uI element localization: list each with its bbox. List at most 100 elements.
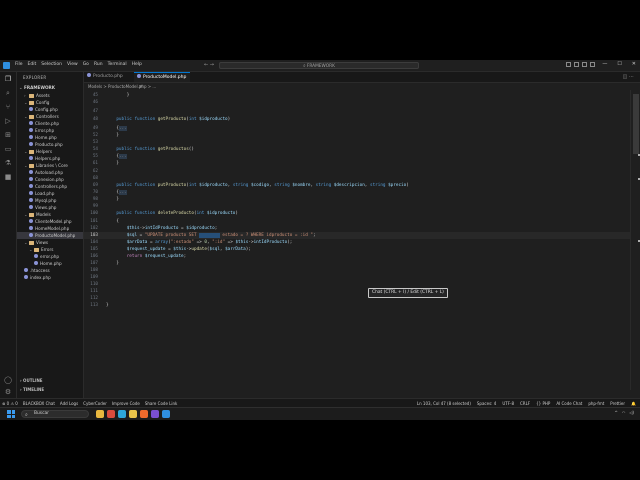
file-item[interactable]: Controllers.php bbox=[29, 183, 67, 190]
code-line[interactable]: 52 } bbox=[84, 132, 630, 139]
file-item[interactable]: Load.php bbox=[29, 190, 54, 197]
folder-item[interactable]: ⌄ Libraries \ Core bbox=[24, 162, 68, 169]
outline-section[interactable]: › OUTLINE bbox=[20, 378, 43, 383]
code-line[interactable]: 113} bbox=[84, 302, 630, 309]
editor-scrollbar[interactable] bbox=[630, 90, 640, 390]
code-line[interactable]: 110 bbox=[84, 281, 630, 288]
file-item[interactable]: index.php bbox=[24, 274, 51, 281]
taskbar-search[interactable]: ⌕ Buscar bbox=[21, 410, 89, 418]
file-item[interactable]: Conexion.php bbox=[29, 176, 64, 183]
file-item[interactable]: HomeModel.php bbox=[29, 225, 69, 232]
workspace-root[interactable]: ⌄FRAMEWORK bbox=[19, 85, 55, 90]
file-item[interactable]: Producto.php bbox=[29, 141, 63, 148]
file-item[interactable]: Cliente.php bbox=[29, 120, 59, 127]
command-center[interactable]: ⌕ FRAMEWORK bbox=[219, 62, 419, 69]
settings-gear-icon[interactable]: ⚙ bbox=[4, 388, 12, 396]
run-debug-icon[interactable]: ▷ bbox=[4, 117, 12, 125]
split-editor-icon[interactable]: ◫ bbox=[623, 74, 628, 80]
code-line[interactable]: 106 return $request_update; bbox=[84, 253, 630, 260]
code-line[interactable]: 48 public function getProducto(int $idpr… bbox=[84, 116, 630, 123]
file-item[interactable]: ProductoModel.php bbox=[17, 232, 83, 239]
customize-layout-icon[interactable] bbox=[590, 62, 595, 67]
app-icon[interactable] bbox=[151, 410, 159, 418]
file-item[interactable]: Autoload.php bbox=[29, 169, 63, 176]
scrollbar-thumb[interactable] bbox=[633, 94, 639, 154]
menu-file[interactable]: File bbox=[15, 62, 23, 67]
firefox-icon[interactable] bbox=[140, 410, 148, 418]
code-line[interactable]: 103 $sql = "UPDATE producto SET estado =… bbox=[84, 232, 630, 239]
code-line[interactable]: 70 {... bbox=[84, 189, 630, 196]
code-line[interactable]: 109 bbox=[84, 274, 630, 281]
code-line[interactable]: 47 bbox=[84, 108, 630, 115]
folder-item[interactable]: ⌄ Errors bbox=[29, 246, 53, 253]
code-line[interactable]: 107 } bbox=[84, 260, 630, 267]
toggle-sidebar-icon[interactable] bbox=[566, 62, 571, 67]
menu-view[interactable]: View bbox=[67, 62, 78, 67]
code-line[interactable]: 111 bbox=[84, 288, 630, 295]
code-line[interactable]: 105 $request_update = $this->update($sql… bbox=[84, 246, 630, 253]
maximize-icon[interactable]: ☐ bbox=[617, 61, 621, 67]
code-line[interactable]: 61 } bbox=[84, 160, 630, 167]
folded-region[interactable]: ... bbox=[118, 126, 127, 131]
file-item[interactable]: .htaccess bbox=[24, 267, 50, 274]
tab-productomodel-php[interactable]: ProductoModel.php ✕ bbox=[134, 72, 190, 90]
menu-run[interactable]: Run bbox=[94, 62, 103, 67]
minimize-icon[interactable]: — bbox=[602, 61, 607, 67]
more-actions-icon[interactable]: ⋯ bbox=[629, 74, 634, 80]
menu-help[interactable]: Help bbox=[132, 62, 142, 67]
file-item[interactable]: error.php bbox=[34, 253, 59, 260]
code-line[interactable]: 53 bbox=[84, 139, 630, 146]
toggle-secondary-sidebar-icon[interactable] bbox=[582, 62, 587, 67]
folder-item[interactable]: ⌄ Views bbox=[24, 239, 48, 246]
account-icon[interactable]: ◯ bbox=[4, 376, 12, 384]
folder-item[interactable]: ⌄ Config bbox=[24, 99, 49, 106]
code-line[interactable]: 98 } bbox=[84, 196, 630, 203]
source-control-icon[interactable]: ⑂ bbox=[4, 103, 12, 111]
volume-icon[interactable]: ◁) bbox=[629, 410, 634, 415]
file-item[interactable]: Config.php bbox=[29, 106, 58, 113]
code-line[interactable]: 68 bbox=[84, 175, 630, 182]
edge-icon[interactable] bbox=[118, 410, 126, 418]
code-line[interactable]: 46 bbox=[84, 99, 630, 106]
code-line[interactable]: 99 bbox=[84, 203, 630, 210]
file-item[interactable]: Mysql.php bbox=[29, 197, 56, 204]
code-line[interactable]: 102 $this->intIdProducto = $idproducto; bbox=[84, 225, 630, 232]
code-line[interactable]: 104 $arrData = array(":estado" => 0, ":i… bbox=[84, 239, 630, 246]
code-line[interactable]: 101 { bbox=[84, 218, 630, 225]
folder-item[interactable]: ⌄ Helpers bbox=[24, 148, 52, 155]
code-line[interactable]: 54 public function getProductos() bbox=[84, 146, 630, 153]
file-item[interactable]: Helpers.php bbox=[29, 155, 60, 162]
file-explorer-icon[interactable] bbox=[96, 410, 104, 418]
blackbox-icon[interactable]: ■ bbox=[4, 173, 12, 181]
back-arrow-icon[interactable]: ← bbox=[204, 62, 208, 68]
code-line[interactable]: 49 {... bbox=[84, 125, 630, 132]
tab-producto-php[interactable]: Producto.php bbox=[84, 72, 134, 82]
testing-icon[interactable]: ⚗ bbox=[4, 159, 12, 167]
network-icon[interactable]: ◠ bbox=[622, 410, 626, 415]
folder-item[interactable]: ⌄ Controllers bbox=[24, 113, 59, 120]
code-editor[interactable]: 45 } 46 47 48 public function getProducto(i… bbox=[84, 90, 630, 390]
code-line[interactable]: 69 public function putProducto(int $idpr… bbox=[84, 182, 630, 189]
vscode-icon[interactable] bbox=[162, 410, 170, 418]
extensions-icon[interactable]: ⊞ bbox=[4, 131, 12, 139]
search-icon[interactable]: ⌕ bbox=[4, 89, 12, 97]
close-icon[interactable]: ✕ bbox=[632, 61, 636, 67]
folded-region[interactable]: ... bbox=[118, 154, 127, 159]
code-line[interactable]: 112 bbox=[84, 295, 630, 302]
file-item[interactable]: Error.php bbox=[29, 127, 54, 134]
menu-edit[interactable]: Edit bbox=[28, 62, 37, 67]
breadcrumb[interactable]: Models > ProductoModel.php > ... bbox=[84, 83, 156, 90]
menu-go[interactable]: Go bbox=[83, 62, 89, 67]
folder-item[interactable]: ⌄ Models bbox=[24, 211, 51, 218]
explorer-icon[interactable]: ❐ bbox=[4, 75, 12, 83]
code-line[interactable]: 62 bbox=[84, 168, 630, 175]
menu-terminal[interactable]: Terminal bbox=[108, 62, 127, 67]
file-item[interactable]: Home.php bbox=[29, 134, 57, 141]
chrome-icon[interactable] bbox=[107, 410, 115, 418]
file-item[interactable]: ClienteModel.php bbox=[29, 218, 72, 225]
folder-item[interactable]: › Assets bbox=[24, 92, 50, 99]
folder-icon[interactable] bbox=[129, 410, 137, 418]
code-line[interactable]: 108 bbox=[84, 267, 630, 274]
remote-explorer-icon[interactable]: ▭ bbox=[4, 145, 12, 153]
file-item[interactable]: Home.php bbox=[34, 260, 62, 267]
